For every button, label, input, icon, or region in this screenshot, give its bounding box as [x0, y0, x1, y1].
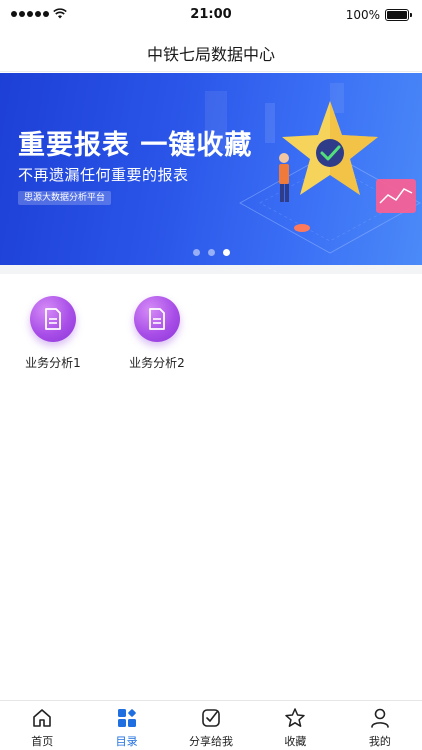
banner-illustration — [205, 83, 421, 254]
tab-me[interactable]: 我的 — [338, 701, 422, 750]
battery-icon — [385, 9, 412, 21]
document-icon — [30, 296, 76, 342]
tab-label: 分享给我 — [189, 735, 234, 748]
section-divider — [0, 265, 422, 274]
banner-title: 重要报表 一键收藏 — [18, 130, 253, 161]
banner-carousel[interactable]: 重要报表 一键收藏 不再遗漏任何重要的报表 思源大数据分析平台 — [0, 73, 422, 265]
tab-shared-with-me[interactable]: 分享给我 — [169, 701, 253, 750]
carousel-dot-active[interactable] — [222, 249, 230, 256]
catalog-item-business-analysis-1[interactable]: 业务分析1 — [3, 296, 103, 371]
status-bar: 21:00 100% — [0, 0, 422, 30]
tab-favorites[interactable]: 收藏 — [253, 701, 337, 750]
nav-bar: 中铁七局数据中心 — [0, 30, 422, 72]
banner-subtitle: 不再遗漏任何重要的报表 — [18, 166, 189, 184]
carousel-dot[interactable] — [207, 249, 215, 256]
tab-catalog[interactable]: 目录 — [84, 701, 168, 750]
tab-home[interactable]: 首页 — [0, 701, 84, 750]
bottom-tab-bar: 首页 目录 分享给我 收藏 我的 — [0, 700, 422, 750]
document-icon — [134, 296, 180, 342]
user-icon — [338, 706, 422, 730]
tab-label: 收藏 — [284, 735, 307, 748]
catalog-item-business-analysis-2[interactable]: 业务分析2 — [107, 296, 207, 371]
home-icon — [0, 706, 84, 730]
share-check-icon — [169, 706, 253, 730]
page-title: 中铁七局数据中心 — [146, 45, 275, 64]
catalog-item-label: 业务分析2 — [129, 356, 185, 370]
tab-label: 首页 — [31, 735, 54, 748]
catalog-item-label: 业务分析1 — [25, 356, 81, 370]
carousel-indicator — [0, 249, 422, 256]
tab-label: 目录 — [115, 735, 138, 748]
battery-percentage: 100% — [345, 8, 380, 22]
star-icon — [253, 706, 337, 730]
carousel-dot[interactable] — [192, 249, 200, 256]
catalog-grid-icon — [84, 706, 168, 730]
tab-label: 我的 — [368, 735, 391, 748]
banner-tag: 思源大数据分析平台 — [18, 191, 112, 205]
